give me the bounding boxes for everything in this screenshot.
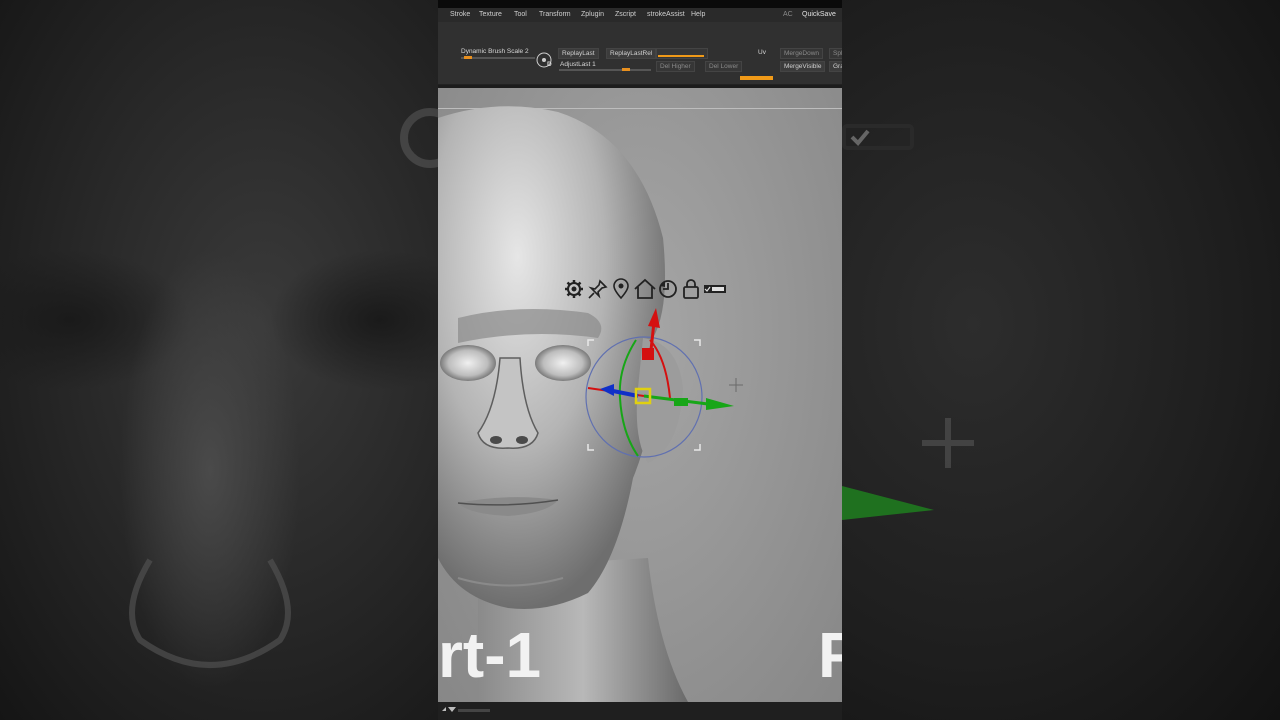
split-button[interactable]: Spl: [829, 48, 842, 59]
merge-visible-button[interactable]: MergeVisible: [780, 61, 826, 72]
menu-strokeassist[interactable]: strokeAssist: [647, 11, 685, 18]
gear-icon-blurred: [400, 108, 438, 168]
collapse-arrows-icon[interactable]: [440, 705, 500, 715]
gear-icon[interactable]: [563, 278, 585, 300]
transform-gizmo[interactable]: [578, 298, 748, 468]
top-toolbar: Dynamic Brush Scale 2 D ReplayLast Repla…: [438, 22, 842, 85]
document-canvas[interactable]: [438, 88, 842, 702]
replay-last-rel-button[interactable]: ReplayLastRel: [606, 48, 657, 59]
background-right-blurred: [842, 0, 1280, 720]
menu-zscript[interactable]: Zscript: [615, 11, 636, 18]
title-strip: [438, 0, 842, 8]
blurred-face-closeup: [0, 108, 438, 690]
background-left-blurred: [0, 0, 438, 720]
active-indicator-bar: [740, 76, 773, 80]
del-lower-button[interactable]: Del Lower: [705, 61, 743, 72]
bottom-status-strip: [438, 702, 842, 720]
menu-tool[interactable]: Tool: [514, 11, 527, 18]
caption-left-text: rt-1: [438, 619, 542, 691]
groups-button[interactable]: Gra: [829, 61, 842, 72]
smt-button[interactable]: [656, 48, 708, 59]
axis-x-handle: [642, 348, 654, 360]
lock-icon[interactable]: [681, 278, 701, 300]
ac-label: AC: [783, 11, 793, 18]
zbrush-viewer: Stroke Texture Tool Transform Zplugin Zs…: [438, 0, 842, 720]
dynamic-brush-scale-label[interactable]: Dynamic Brush Scale 2: [461, 48, 529, 55]
del-higher-button[interactable]: Del Higher: [656, 61, 695, 72]
quicksave-button[interactable]: QuickSave: [802, 11, 836, 18]
axis-x-arrow: [648, 308, 660, 328]
location-icon[interactable]: [611, 278, 631, 300]
menu-bar: Stroke Texture Tool Transform Zplugin Zs…: [438, 8, 842, 22]
menu-texture[interactable]: Texture: [479, 11, 502, 18]
home-icon[interactable]: [633, 278, 657, 300]
adjust-last-slider[interactable]: [559, 69, 651, 71]
uv-button[interactable]: Uv: [758, 49, 766, 56]
axis-y-handle: [674, 398, 688, 406]
reset-icon[interactable]: [657, 278, 679, 300]
pin-icon[interactable]: [587, 278, 609, 300]
menu-zplugin[interactable]: Zplugin: [581, 11, 604, 18]
menu-transform[interactable]: Transform: [539, 11, 571, 18]
move-cursor-blurred: [922, 418, 974, 468]
d-label: D: [547, 61, 552, 68]
brush-scale-slider[interactable]: [461, 57, 535, 59]
adjust-last-label[interactable]: AdjustLast 1: [560, 61, 596, 68]
replay-last-button[interactable]: ReplayLast: [558, 48, 599, 59]
blurred-right-decor: [842, 124, 974, 520]
axis-z-arrow: [600, 384, 614, 396]
axis-y-arrow: [706, 398, 734, 410]
menu-stroke[interactable]: Stroke: [450, 11, 470, 18]
smt-slider-bar: [658, 55, 704, 57]
merge-down-button[interactable]: MergeDown: [780, 48, 824, 59]
menu-help[interactable]: Help: [691, 11, 705, 18]
checkbox-toggle-icon[interactable]: [703, 283, 728, 295]
caption-right-text: P: [818, 619, 842, 691]
adjust-last-knob[interactable]: [622, 68, 630, 71]
brush-scale-knob[interactable]: [464, 56, 472, 59]
green-arrow-blurred: [842, 486, 934, 520]
